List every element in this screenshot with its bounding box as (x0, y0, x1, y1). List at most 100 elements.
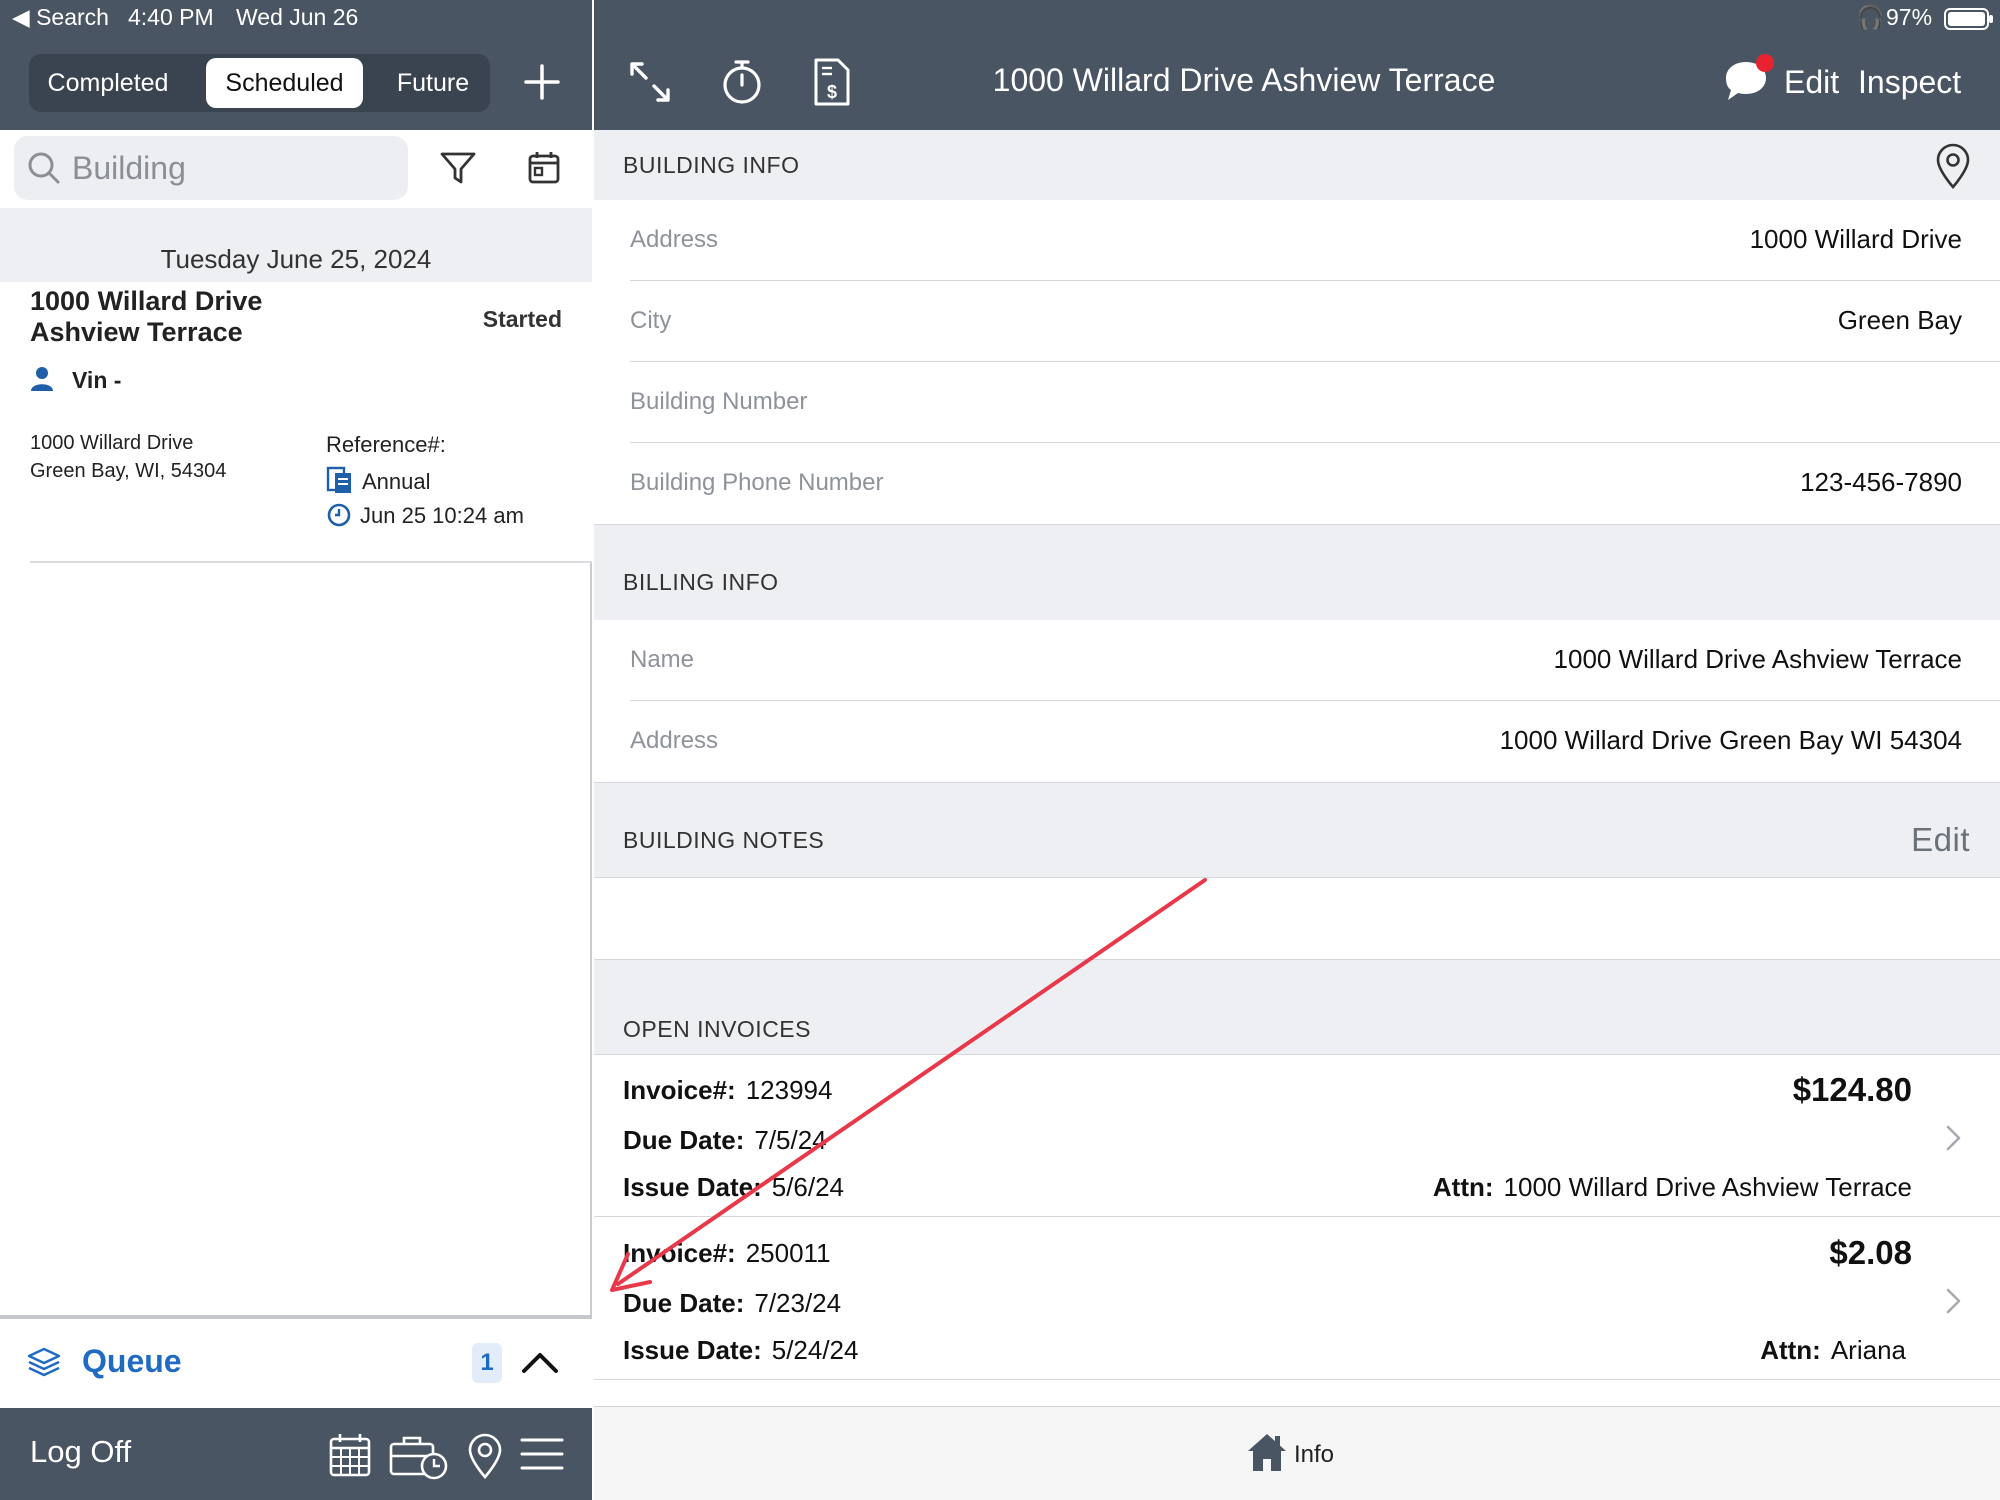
menu-icon[interactable] (520, 1432, 564, 1476)
queue-label: Queue (82, 1343, 182, 1379)
building-notes-body[interactable] (594, 878, 2000, 959)
field-value: 1000 Willard Drive Ashview Terrace (1553, 644, 1962, 674)
field-label: Building Number (630, 388, 808, 415)
due-date: 7/23/24 (754, 1288, 842, 1318)
issue-date-label: Issue Date: (623, 1335, 762, 1365)
billing-name-row: Name 1000 Willard Drive Ashview Terrace (630, 620, 2000, 701)
invoice-amount: $124.80 (1792, 1071, 1912, 1108)
svg-text:$: $ (827, 82, 837, 102)
edit-notes-button[interactable]: Edit (1911, 821, 1970, 859)
right-pane: 🎧 97% $ 1000 Willard Drive Ashview Terra… (594, 0, 2000, 1500)
stopwatch-icon[interactable] (720, 58, 764, 106)
building-address-row: Address 1000 Willard Drive (630, 200, 2000, 281)
invoice-number-line: Invoice#: 123994 (623, 1075, 832, 1106)
building-number-row: Building Number (630, 362, 2000, 443)
open-invoices-header: OPEN INVOICES (594, 959, 2000, 1055)
invoice-number-label: Invoice#: (623, 1075, 736, 1105)
search-input[interactable] (72, 144, 392, 192)
queue-bar[interactable]: Queue 1 (0, 1315, 592, 1408)
calendar-icon[interactable] (526, 149, 562, 187)
attn-label: Attn: (1760, 1335, 1821, 1365)
status-date: Wed Jun 26 (236, 4, 359, 30)
chevron-right-icon (1946, 1288, 1961, 1314)
invoice-amount: $2.08 (1829, 1234, 1912, 1271)
home-icon (1248, 1434, 1286, 1471)
appointment-time-text: Jun 25 10:24 am (360, 503, 524, 528)
field-value: 1000 Willard Drive Green Bay WI 54304 (1499, 725, 1962, 755)
field-label: Address (630, 226, 719, 253)
left-bottom-toolbar: Log Off (0, 1408, 592, 1500)
inspect-button[interactable]: Inspect (1858, 64, 1961, 101)
edit-button[interactable]: Edit (1784, 64, 1839, 101)
due-date: 7/5/24 (754, 1125, 827, 1155)
field-label: Address (630, 727, 719, 754)
invoice-number-line: Invoice#: 250011 (623, 1238, 831, 1269)
building-notes-header: BUILDING NOTES Edit (594, 782, 2000, 878)
chevron-up-icon[interactable] (520, 1347, 560, 1377)
appointment-date-header: Tuesday June 25, 2024 (0, 208, 592, 282)
expand-icon[interactable] (628, 60, 672, 104)
field-label: Building Phone Number (630, 469, 884, 496)
left-nav-bar: ◀ Search 4:40 PM Wed Jun 26 Completed Sc… (0, 0, 592, 130)
issue-date: 5/24/24 (771, 1335, 859, 1365)
detail-nav-bar: 🎧 97% $ 1000 Willard Drive Ashview Terra… (594, 0, 2000, 130)
status-time: 4:40 PM (128, 4, 214, 30)
log-off-button[interactable]: Log Off (30, 1434, 131, 1470)
add-icon[interactable] (518, 58, 566, 106)
due-date-line: Due Date: 7/23/24 (623, 1288, 841, 1319)
field-value: Green Bay (1837, 305, 1962, 335)
assigned-user-name: Vin - (72, 367, 122, 393)
person-icon (31, 367, 53, 391)
building-notes-title: BUILDING NOTES (623, 827, 825, 853)
issue-date-label: Issue Date: (623, 1172, 762, 1202)
due-date-line: Due Date: 7/5/24 (623, 1125, 827, 1156)
tab-info[interactable]: Info (1246, 1431, 1366, 1479)
invoice-icon[interactable]: $ (812, 58, 852, 106)
issue-date-line: Issue Date: 5/24/24 (623, 1335, 858, 1366)
search-box[interactable] (14, 136, 408, 200)
billing-info-title: BILLING INFO (623, 569, 779, 595)
back-to-search-link[interactable]: ◀ Search (12, 4, 109, 31)
invoice-row[interactable]: Invoice#: 123994 Due Date: 7/5/24 Issue Da… (594, 1055, 2000, 1217)
billing-address-row: Address 1000 Willard Drive Green Bay WI … (630, 701, 2000, 782)
attn-line: Attn: 1000 Willard Drive Ashview Terrace (1433, 1172, 1912, 1203)
battery-percentage: 97% (1886, 4, 1933, 30)
location-icon[interactable] (466, 1432, 504, 1480)
appointment-segmented-control: Completed Scheduled Future (29, 54, 490, 112)
building-phone-row: Building Phone Number 123-456-7890 (630, 443, 2000, 524)
billing-info-header: BILLING INFO (594, 524, 2000, 620)
attn-line: Attn: Ariana (1760, 1335, 1906, 1366)
open-invoices-title: OPEN INVOICES (623, 1016, 811, 1042)
assigned-user: Vin - (30, 366, 121, 394)
page-title: 1000 Willard Drive Ashview Terrace (992, 62, 1496, 98)
field-label: City (630, 307, 672, 334)
issue-date-line: Issue Date: 5/6/24 (623, 1172, 844, 1203)
clock-icon (327, 503, 351, 527)
notification-dot (1756, 54, 1774, 72)
appointment-address-line2: Green Bay, WI, 54304 (30, 460, 227, 482)
attn-value: Ariana (1830, 1335, 1906, 1365)
left-pane: ◀ Search 4:40 PM Wed Jun 26 Completed Sc… (0, 0, 592, 1500)
field-value: 123-456-7890 (1800, 467, 1962, 497)
divider (30, 561, 592, 563)
map-pin-icon[interactable] (1934, 142, 1972, 190)
segment-future[interactable]: Future (381, 58, 485, 108)
issue-date: 5/6/24 (771, 1172, 845, 1202)
search-icon (28, 152, 60, 184)
calendar-grid-icon[interactable] (328, 1432, 372, 1478)
tab-info-label: Info (1294, 1441, 1335, 1468)
inspection-type: Annual (326, 466, 431, 495)
appointment-list-item[interactable]: 1000 Willard Drive Ashview Terrace Start… (0, 282, 592, 563)
status-badge: Started (482, 306, 562, 332)
segment-completed[interactable]: Completed (33, 58, 183, 108)
filter-icon[interactable] (438, 149, 478, 187)
search-row (0, 130, 592, 208)
field-value: 1000 Willard Drive (1749, 224, 1962, 254)
segment-scheduled[interactable]: Scheduled (206, 58, 363, 108)
invoice-row[interactable]: Invoice#: 250011 Due Date: 7/23/24 Issue D… (594, 1218, 2000, 1380)
bottom-tab-bar: Info (594, 1406, 2000, 1500)
building-city-row: City Green Bay (630, 281, 2000, 362)
document-icon (326, 466, 351, 493)
inspection-type-text: Annual (362, 469, 431, 494)
work-schedule-icon[interactable] (388, 1432, 450, 1480)
